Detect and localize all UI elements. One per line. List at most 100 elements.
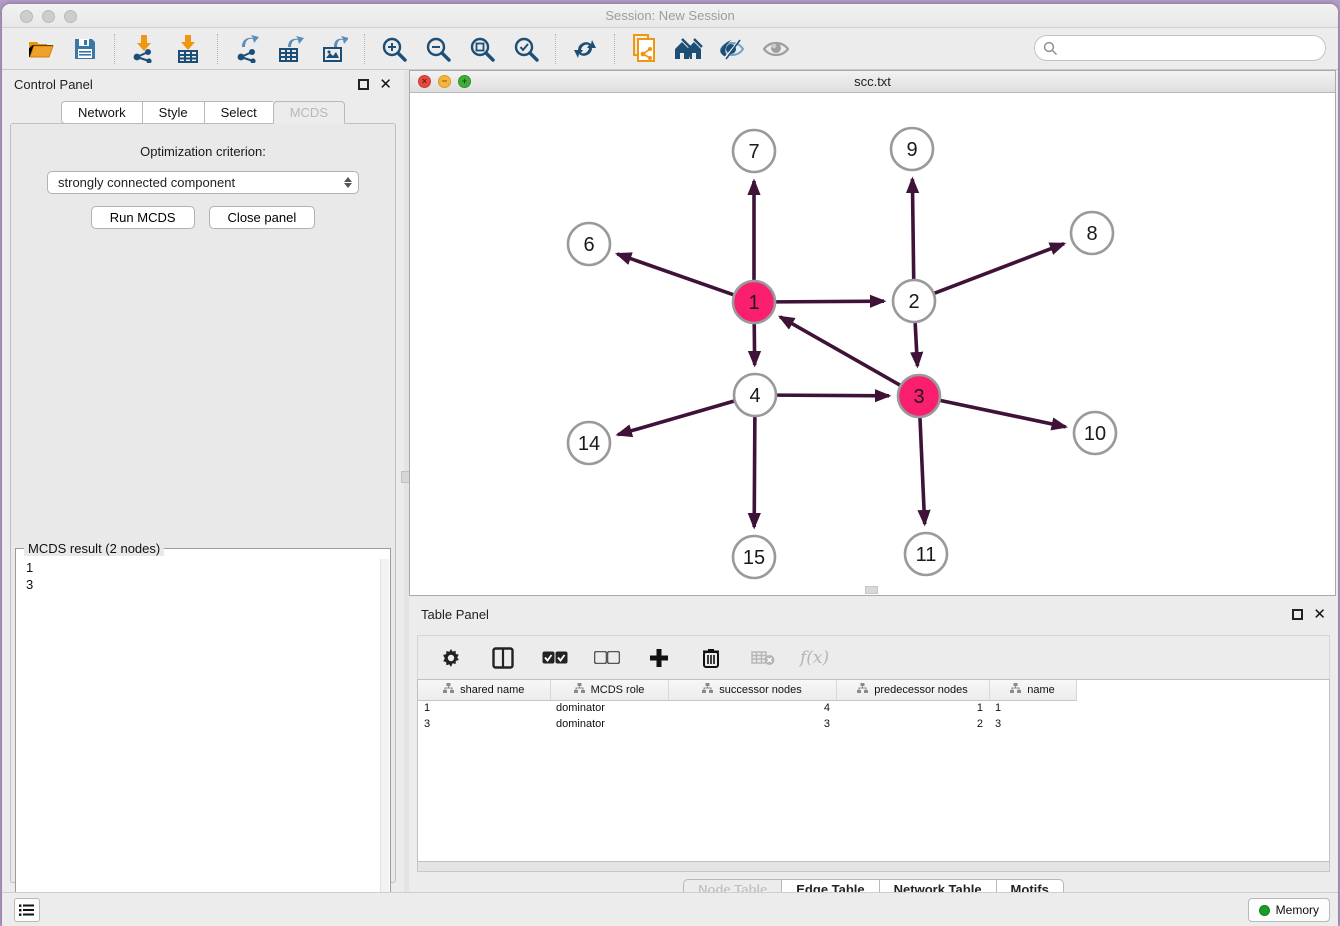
export-network-icon[interactable]	[232, 34, 262, 64]
edge-1-6[interactable]	[617, 254, 733, 295]
edge-3-10[interactable]	[941, 401, 1066, 427]
table-toolbar: f(x)	[417, 635, 1330, 679]
memory-label: Memory	[1276, 903, 1319, 917]
tab-mcds[interactable]: MCDS	[273, 101, 345, 124]
save-session-icon[interactable]	[70, 34, 100, 64]
close-panel-icon[interactable]: ✕	[379, 79, 392, 90]
node-2[interactable]: 2	[893, 280, 935, 322]
edge-4-15[interactable]	[754, 417, 755, 527]
zoom-in-icon[interactable]	[379, 34, 409, 64]
task-history-button[interactable]	[14, 898, 40, 922]
status-bar: Memory	[2, 892, 1338, 926]
select-all-icon[interactable]	[540, 643, 570, 673]
control-panel-tabs: Network Style Select MCDS	[2, 101, 404, 124]
zoom-fit-icon[interactable]	[467, 34, 497, 64]
optimization-criterion-select[interactable]: strongly connected component	[47, 171, 359, 194]
float-panel-icon[interactable]	[358, 79, 369, 90]
tab-style[interactable]: Style	[142, 101, 204, 124]
svg-text:11: 11	[916, 544, 937, 566]
tab-select[interactable]: Select	[204, 101, 273, 124]
edge-2-8[interactable]	[935, 244, 1064, 293]
hierarchy-icon	[857, 683, 868, 697]
search-icon	[1043, 41, 1058, 56]
clone-network-icon[interactable]	[629, 34, 659, 64]
open-file-icon[interactable]	[26, 34, 56, 64]
optimization-criterion-label: Optimization criterion:	[11, 144, 395, 159]
node-table[interactable]: shared nameMCDS rolesuccessor nodesprede…	[417, 679, 1330, 862]
close-table-panel-icon[interactable]: ✕	[1313, 609, 1326, 620]
node-10[interactable]: 10	[1074, 412, 1116, 454]
column-header-name[interactable]: name	[989, 680, 1076, 700]
control-panel: Control Panel ✕ Network Style Select MCD…	[2, 71, 404, 895]
table-row[interactable]: 1dominator411	[418, 700, 1076, 716]
import-table-icon[interactable]	[173, 34, 203, 64]
table-settings-icon[interactable]	[436, 643, 466, 673]
edge-4-3[interactable]	[777, 395, 889, 396]
minimize-window-button[interactable]	[42, 10, 55, 23]
node-11[interactable]: 11	[905, 533, 947, 575]
deselect-all-icon[interactable]	[592, 643, 622, 673]
table-hscroll[interactable]	[417, 862, 1330, 872]
result-line: 3	[26, 576, 386, 593]
visual-properties-icon[interactable]	[717, 34, 747, 64]
delete-row-icon[interactable]	[696, 643, 726, 673]
app-window: Session: New Session	[2, 4, 1338, 926]
import-network-icon[interactable]	[129, 34, 159, 64]
search-box[interactable]	[1034, 35, 1326, 61]
edge-4-14[interactable]	[618, 401, 734, 435]
network-canvas[interactable]: 1 2 3 4 6 7 8 9 10 11 14 15	[410, 93, 1335, 595]
memory-button[interactable]: Memory	[1248, 898, 1330, 922]
list-icon	[19, 903, 35, 917]
run-mcds-button[interactable]: Run MCDS	[91, 206, 195, 229]
table-row[interactable]: 3dominator323	[418, 716, 1076, 732]
edge-2-3[interactable]	[915, 323, 917, 366]
horizontal-splitter-grip[interactable]	[865, 586, 878, 594]
node-14[interactable]: 14	[568, 422, 610, 464]
svg-text:14: 14	[578, 433, 600, 455]
edge-2-9[interactable]	[912, 179, 913, 279]
control-panel-title: Control Panel	[14, 77, 358, 92]
svg-text:6: 6	[583, 234, 594, 256]
svg-text:8: 8	[1086, 223, 1097, 245]
close-panel-button[interactable]: Close panel	[209, 206, 316, 229]
home-layout-icon[interactable]	[673, 34, 703, 64]
tab-network[interactable]: Network	[61, 101, 142, 124]
add-row-icon[interactable]	[644, 643, 674, 673]
network-view-window: × − + scc.txt 1 2 3 4 6 7 8 9 10 11 14 15	[409, 70, 1336, 596]
network-maximize-icon[interactable]: +	[458, 75, 471, 88]
node-8[interactable]: 8	[1071, 212, 1113, 254]
zoom-selected-icon[interactable]	[511, 34, 541, 64]
node-3[interactable]: 3	[898, 375, 940, 417]
close-window-button[interactable]	[20, 10, 33, 23]
node-7[interactable]: 7	[733, 130, 775, 172]
mcds-panel: Optimization criterion: strongly connect…	[10, 123, 396, 883]
refresh-view-icon[interactable]	[570, 34, 600, 64]
edge-3-11[interactable]	[920, 418, 925, 524]
network-minimize-icon[interactable]: −	[438, 75, 451, 88]
node-15[interactable]: 15	[733, 536, 775, 578]
export-table-icon[interactable]	[276, 34, 306, 64]
column-header-predecessor-nodes[interactable]: predecessor nodes	[836, 680, 989, 700]
export-image-icon[interactable]	[320, 34, 350, 64]
node-4[interactable]: 4	[734, 374, 776, 416]
edge-1-2[interactable]	[776, 301, 884, 302]
edge-3-1[interactable]	[780, 317, 900, 385]
table-panel: Table Panel ✕	[409, 601, 1338, 895]
network-window-titlebar[interactable]: × − + scc.txt	[410, 71, 1335, 93]
hierarchy-icon	[702, 683, 713, 697]
column-layout-icon[interactable]	[488, 643, 518, 673]
result-scrollbar[interactable]	[380, 559, 389, 923]
search-input[interactable]	[1058, 41, 1308, 56]
float-table-panel-icon[interactable]	[1292, 609, 1303, 620]
node-6[interactable]: 6	[568, 223, 610, 265]
zoom-window-button[interactable]	[64, 10, 77, 23]
node-9[interactable]: 9	[891, 128, 933, 170]
column-header-shared-name[interactable]: shared name	[418, 680, 550, 700]
node-1[interactable]: 1	[733, 281, 775, 323]
select-stepper-icon	[344, 177, 352, 188]
column-header-MCDS-role[interactable]: MCDS role	[550, 680, 668, 700]
network-close-icon[interactable]: ×	[418, 75, 431, 88]
column-header-successor-nodes[interactable]: successor nodes	[668, 680, 836, 700]
zoom-out-icon[interactable]	[423, 34, 453, 64]
network-window-title: scc.txt	[410, 71, 1335, 92]
